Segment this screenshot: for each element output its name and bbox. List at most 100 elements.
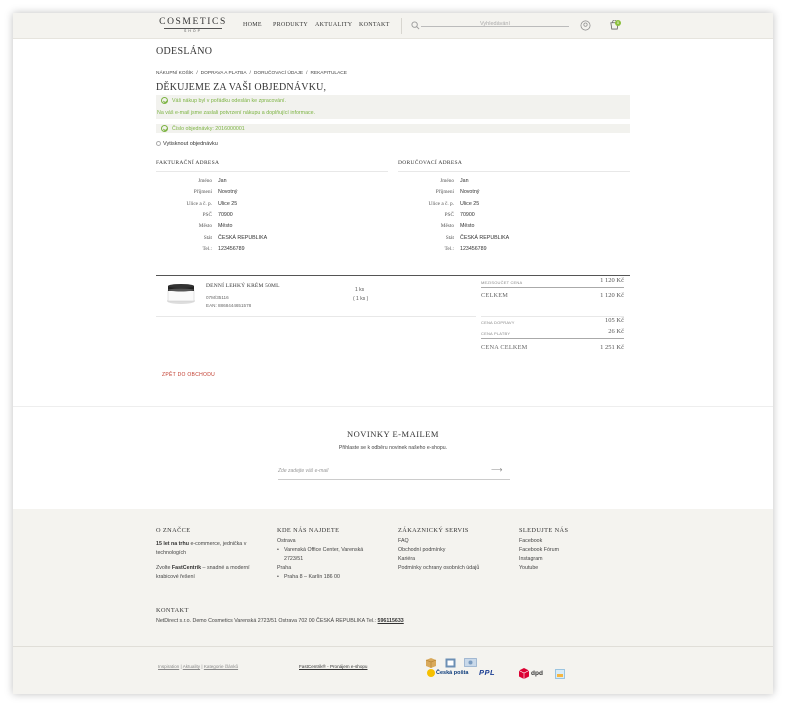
logo-subtext: SHOP <box>164 28 222 34</box>
address-label: Město <box>198 223 212 230</box>
separator: | <box>180 664 182 669</box>
footer-link-youtube[interactable]: Youtube <box>519 564 538 573</box>
address-value: Novotný <box>460 189 480 196</box>
logo[interactable]: COSMETICS SHOP <box>158 17 228 34</box>
order-number: Číslo objednávky: 2016000001 <box>172 125 245 132</box>
product-image[interactable] <box>165 282 197 306</box>
address-value: Novotný <box>218 189 238 196</box>
print-label: Vytisknout objednávku <box>163 141 218 147</box>
footer-link-terms[interactable]: Obchodní podmínky <box>398 546 445 555</box>
address-value: 123456789 <box>218 245 245 252</box>
logo-text: COSMETICS <box>159 17 227 27</box>
cart-badge: 0 <box>615 20 621 26</box>
address-value: Město <box>218 223 233 230</box>
address-label: PSČ <box>202 211 212 218</box>
user-icon[interactable] <box>580 20 591 31</box>
search-underline <box>421 26 569 27</box>
address-label: Ulice a č. p. <box>186 200 212 207</box>
breadcrumb-cart[interactable]: NÁKUPNÍ KOŠÍK <box>156 71 193 76</box>
nav-home[interactable]: HOME <box>243 22 262 28</box>
footer-link-categories[interactable]: Kategorie článků <box>204 664 238 669</box>
newsletter-title: NOVINKY E-MAILEM <box>347 429 439 439</box>
footer-city: Praha <box>277 565 292 571</box>
transfer-icon <box>445 658 456 668</box>
print-icon <box>156 141 161 147</box>
billing-heading: FAKTURAČNÍ ADRESA <box>156 160 220 166</box>
order-number-box: Číslo objednávky: 2016000001 <box>156 124 630 133</box>
footer-heading-location: KDE NÁS NAJDETE <box>277 527 340 534</box>
address-value: Ulice 25 <box>218 200 238 207</box>
footer-brand-text2: Zvolte FastCentrik – snadné a moderní kr… <box>156 565 250 580</box>
footer-heading-social: SLEDUJTE NÁS <box>519 527 569 534</box>
footer-address: 2723/51 <box>284 556 304 562</box>
page-title: ODESLÁNO <box>156 46 213 57</box>
search-icon[interactable] <box>411 21 420 30</box>
breadcrumb: NÁKUPNÍ KOŠÍK / DOPRAVA A PLATBA / DORUČOVAC… <box>156 71 350 76</box>
shipping-icon <box>555 669 565 679</box>
footer-bottom-links: Inspiration | Aktuality | Kategorie člán… <box>158 664 238 669</box>
address-label: Příjmení <box>435 189 454 196</box>
separator: | <box>201 664 203 669</box>
footer-heading-contact: KONTAKT <box>156 607 189 614</box>
address-label: PSČ <box>444 211 454 218</box>
product-ean: EAN: 8868444651578 <box>206 303 252 308</box>
footer-address: Varenská Office Center, Varenská <box>284 547 364 553</box>
footer-link-facebook[interactable]: Facebook <box>519 537 542 546</box>
address-value: Ulice 25 <box>460 200 480 207</box>
address-value: 123456789 <box>460 245 487 252</box>
footer <box>13 509 773 694</box>
address-label: Tel.: <box>444 245 454 252</box>
address-label: Příjmení <box>193 189 212 196</box>
nav-news[interactable]: AKTUALITY <box>315 22 352 28</box>
address-value: 70900 <box>460 211 475 218</box>
footer-link-privacy[interactable]: Podmínky ochrany osobních údajů <box>398 564 498 573</box>
back-to-shop-link[interactable]: ZPĚT DO OBCHODU <box>162 372 215 378</box>
divider <box>156 316 476 317</box>
bullet-icon: • <box>277 547 279 553</box>
footer-city: Ostrava <box>277 538 296 544</box>
header: COSMETICS SHOP HOME PRODUKTY AKTUALITY K… <box>13 13 773 39</box>
address-value: ČESKÁ REPUBLIKA <box>218 234 268 241</box>
payment-label: CENA PLATBY <box>481 331 511 336</box>
address-value: 70900 <box>218 211 233 218</box>
dpd-logo: dpd <box>531 670 543 677</box>
breadcrumb-shipping[interactable]: DOPRAVA A PLATBA <box>201 71 247 76</box>
breadcrumb-sep: / <box>306 71 308 76</box>
nav-contact[interactable]: KONTAKT <box>359 22 390 28</box>
arrow-right-icon[interactable]: ⟶ <box>491 465 502 474</box>
footer-phone-link[interactable]: 596115633 <box>378 618 404 624</box>
breadcrumb-sep: / <box>249 71 251 76</box>
product-qty: 1 ks <box>355 287 365 293</box>
grand-total-value: 1 251 Kč <box>600 344 624 351</box>
address-label: Jméno <box>440 178 454 184</box>
address-label: Stát <box>445 234 454 241</box>
subtotal-label: MEZISOUČET CENA <box>481 280 523 285</box>
footer-link-faq[interactable]: FAQ <box>398 537 409 546</box>
nav-products[interactable]: PRODUKTY <box>273 22 308 28</box>
address-label: Ulice a č. p. <box>428 200 454 207</box>
address-label: Jméno <box>198 178 212 184</box>
footer-link-career[interactable]: Kariéra <box>398 555 415 564</box>
divider <box>481 338 624 339</box>
footer-heading-service: ZÁKAZNICKÝ SERVIS <box>398 527 469 534</box>
payment-value: 26 Kč <box>608 328 624 335</box>
product-name[interactable]: DENNÍ LEHKÝ KRÉM 50ML <box>206 283 280 289</box>
success-message: Váš nákup byl v pořádku odeslán ke zprac… <box>172 98 286 104</box>
breadcrumb-sep: / <box>196 71 198 76</box>
address-value: Město <box>460 223 475 230</box>
footer-link-instagram[interactable]: Instagram <box>519 555 543 564</box>
card-icon <box>464 658 477 667</box>
footer-link-facebook-forum[interactable]: Facebook Fórum <box>519 546 559 555</box>
grand-total-label: CENA CELKEM <box>481 344 528 351</box>
ppl-logo: PPL <box>479 668 496 677</box>
footer-contact-text: NetDirect s.r.o. Demo Cosmetics Varenská… <box>156 618 404 624</box>
ceska-posta-icon <box>427 669 435 677</box>
powered-by-link[interactable]: FastCentrik® - Pronájem e-shopu <box>299 664 368 669</box>
footer-link-news[interactable]: Aktuality <box>183 664 200 669</box>
breadcrumb-details[interactable]: DORUČOVACÍ ÚDAJE <box>254 71 303 76</box>
address-value: Jan <box>218 178 227 184</box>
footer-link-inspiration[interactable]: Inspiration <box>158 664 179 669</box>
ceska-posta-logo: Česká pošta <box>436 670 469 676</box>
print-order-button[interactable]: Vytisknout objednávku <box>156 141 218 147</box>
delivery-heading: DORUČOVACÍ ADRESA <box>398 160 463 166</box>
